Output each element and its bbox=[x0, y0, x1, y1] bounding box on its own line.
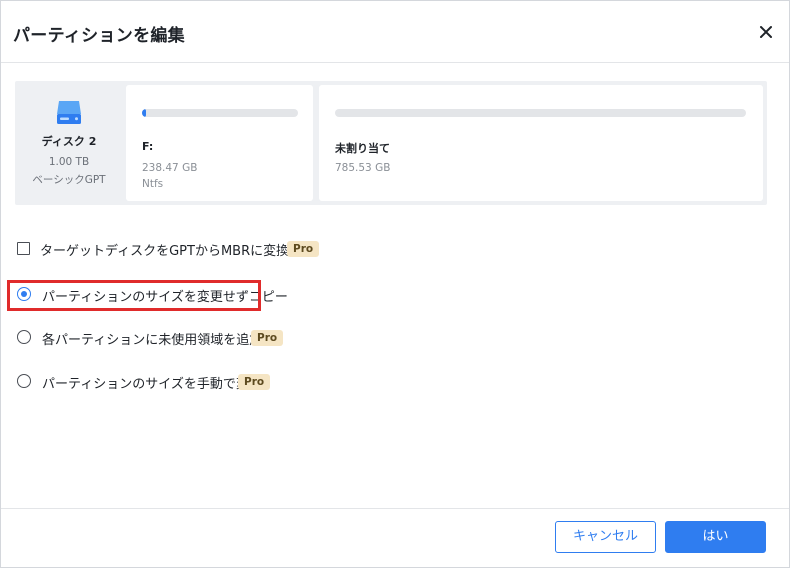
add-unused-space-radio[interactable] bbox=[17, 330, 31, 344]
partition-label: 未割り当て bbox=[335, 142, 390, 155]
pro-badge: Pro bbox=[287, 241, 320, 257]
edit-partition-dialog: パーティションを編集 ディスク 2 1.00 TB ベーシックGPT F: 23… bbox=[0, 0, 790, 568]
partition-card-unallocated[interactable]: 未割り当て 785.53 GB bbox=[319, 85, 763, 201]
partition-card-f[interactable]: F: 238.47 GB Ntfs bbox=[126, 85, 313, 201]
partition-size: 238.47 GB bbox=[142, 162, 198, 174]
disk-type: ベーシックGPT bbox=[32, 174, 106, 186]
partition-usage-fill bbox=[142, 109, 146, 117]
partition-size: 785.53 GB bbox=[335, 162, 391, 174]
dialog-footer: キャンセル はい bbox=[1, 508, 789, 568]
manual-resize-radio[interactable] bbox=[17, 374, 31, 388]
disk-name: ディスク 2 bbox=[41, 135, 97, 148]
dialog-header: パーティションを編集 bbox=[1, 1, 789, 63]
convert-gpt-to-mbr-checkbox[interactable] bbox=[17, 242, 30, 255]
disk-info: ディスク 2 1.00 TB ベーシックGPT bbox=[15, 81, 123, 205]
partition-usage-bar bbox=[335, 109, 746, 117]
pro-badge: Pro bbox=[251, 330, 284, 346]
partition-usage-bar bbox=[142, 109, 298, 117]
partition-filesystem: Ntfs bbox=[142, 178, 164, 190]
hard-disk-icon bbox=[54, 97, 84, 127]
ok-button[interactable]: はい bbox=[665, 521, 766, 553]
dialog-title: パーティションを編集 bbox=[13, 26, 185, 46]
option-label: パーティションのサイズを変更せずコピー bbox=[42, 290, 288, 305]
option-label: ターゲットディスクをGPTからMBRに変換する bbox=[40, 244, 316, 259]
close-icon[interactable] bbox=[755, 21, 777, 43]
option-label: パーティションのサイズを手動で変更 bbox=[42, 377, 262, 392]
pro-badge: Pro bbox=[238, 374, 271, 390]
cancel-button[interactable]: キャンセル bbox=[555, 521, 656, 553]
disk-size: 1.00 TB bbox=[48, 156, 90, 168]
disk-layout-panel: ディスク 2 1.00 TB ベーシックGPT F: 238.47 GB Ntf… bbox=[15, 81, 767, 205]
copy-without-resize-radio[interactable] bbox=[17, 287, 31, 301]
partition-label: F: bbox=[142, 140, 154, 153]
option-label: 各パーティションに未使用領域を追加 bbox=[42, 333, 263, 348]
